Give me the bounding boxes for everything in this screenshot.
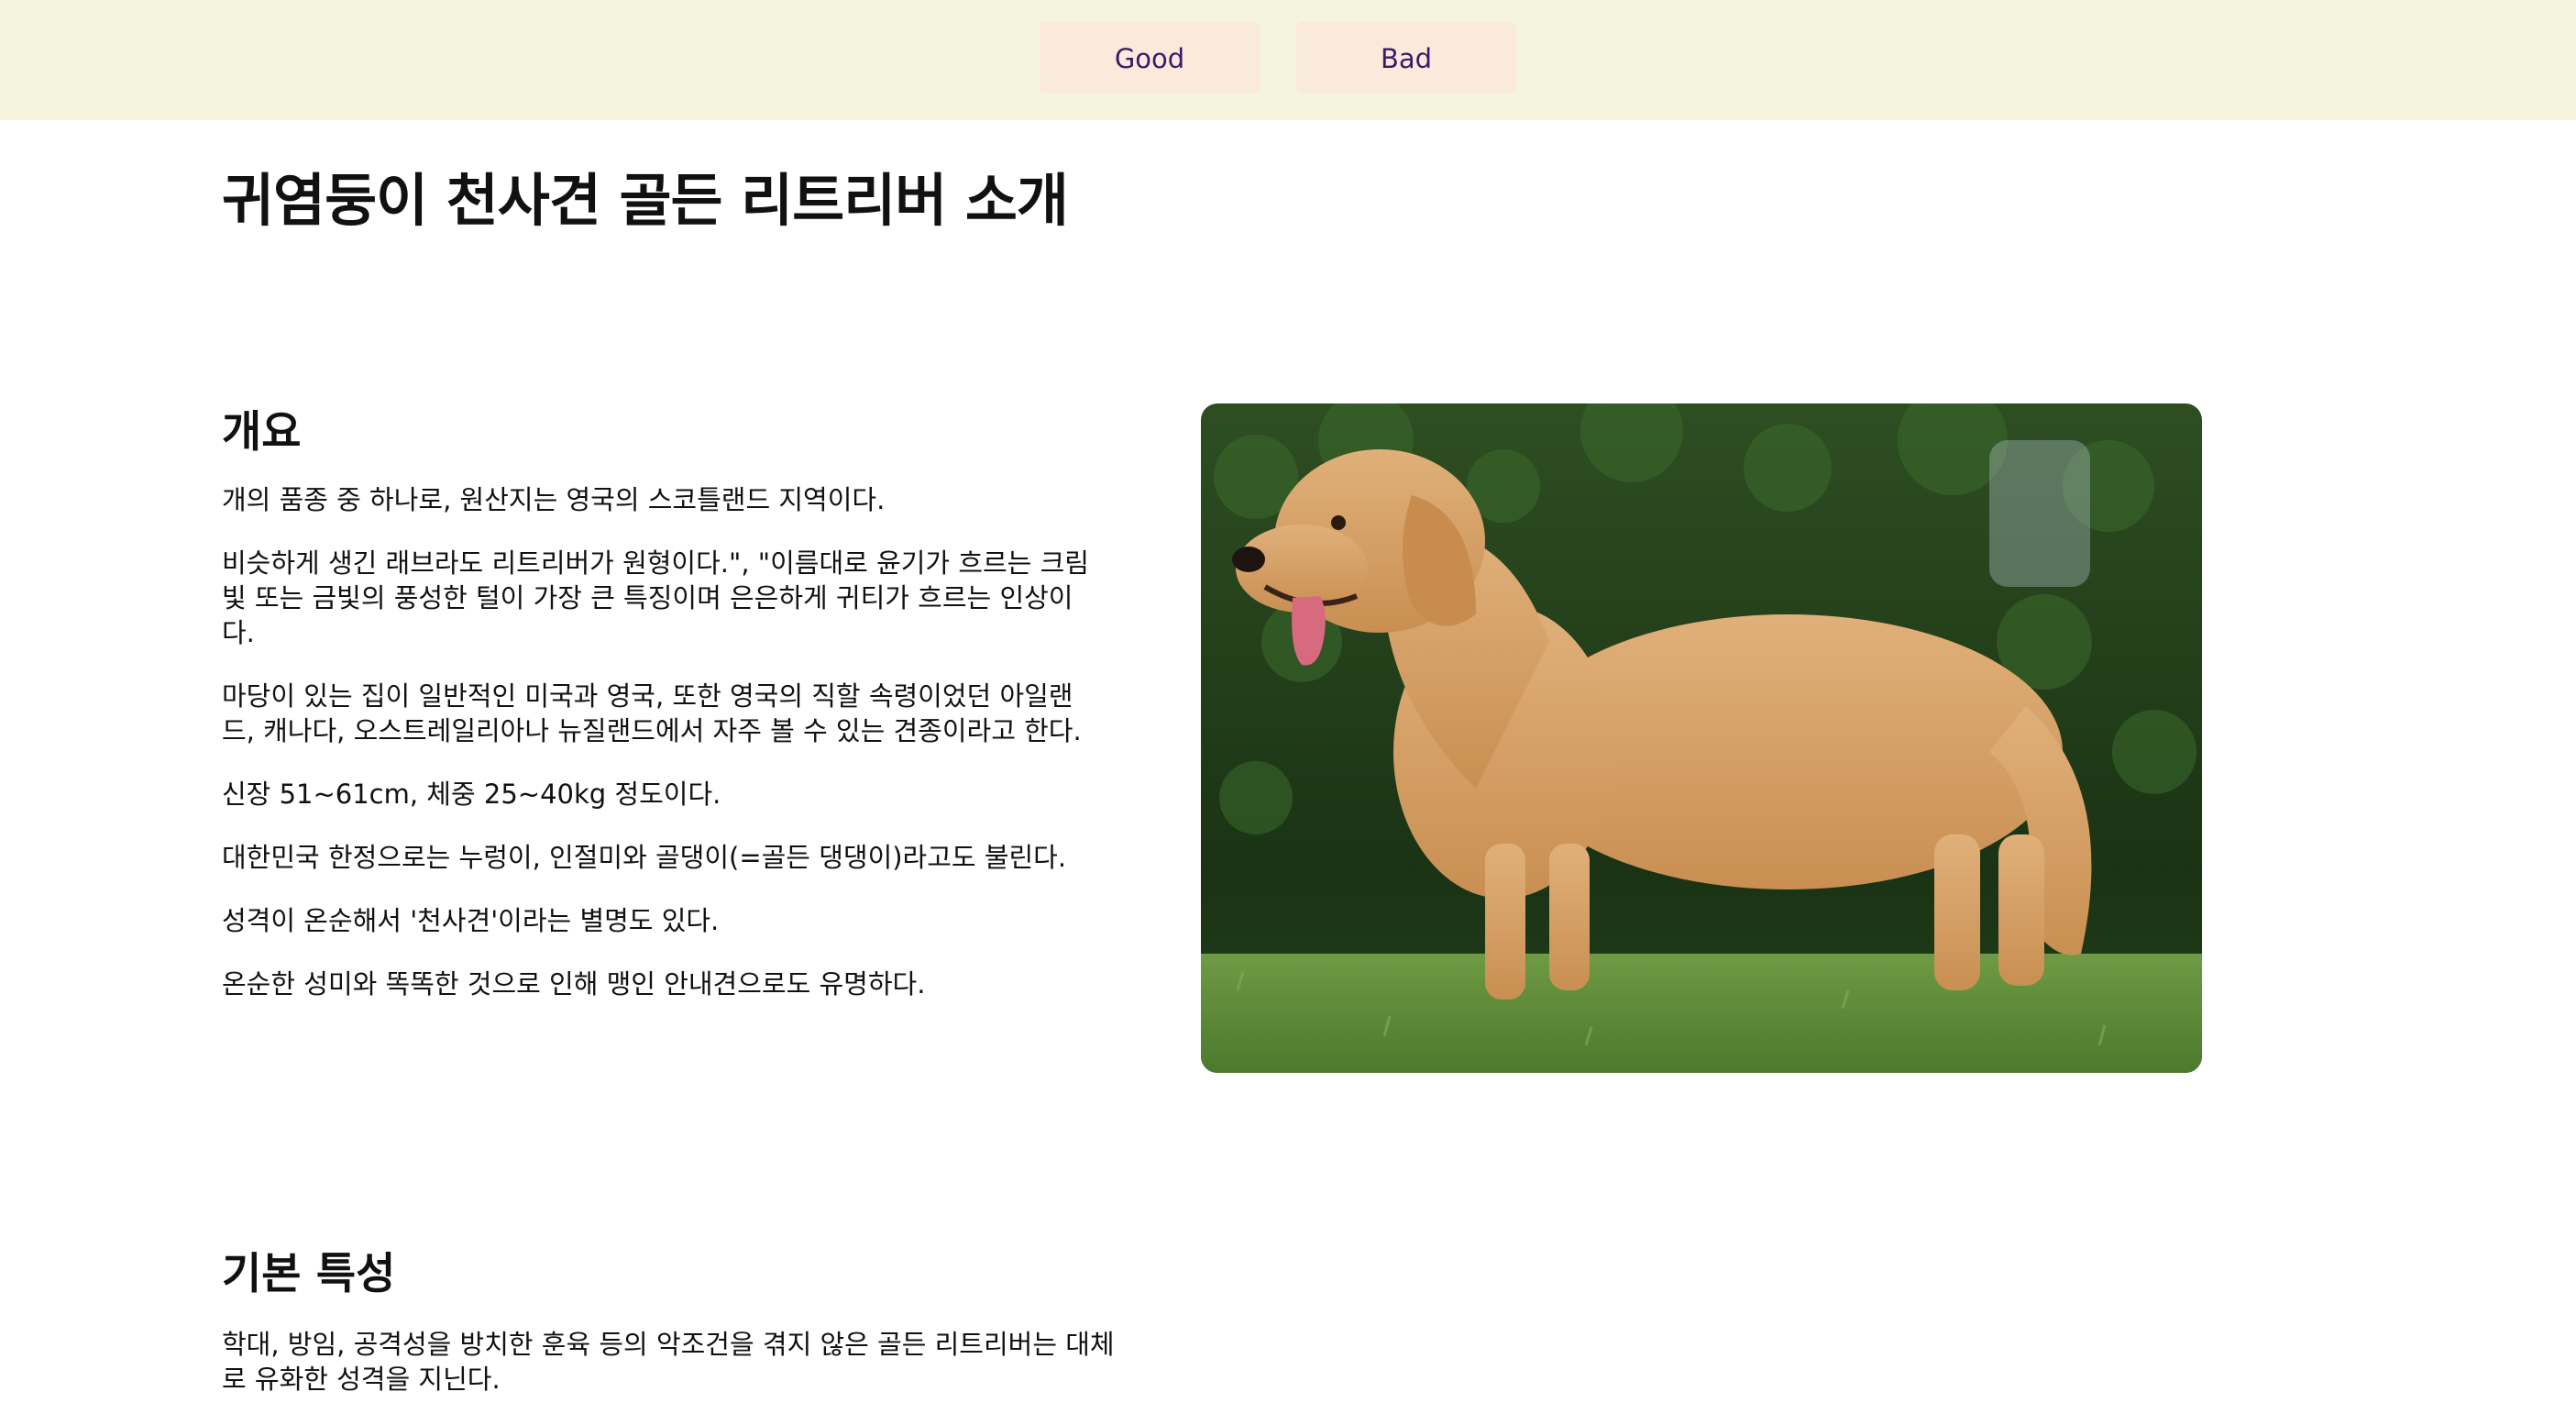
traits-paragraph: 학대, 방임, 공격성을 방치한 훈육 등의 악조건을 겪지 않은 골든 리트리… (222, 1329, 1115, 1395)
top-bar: Good Bad (0, 0, 2576, 120)
good-button[interactable]: Good (1040, 22, 1260, 94)
traits-section: 학대, 방임, 공격성을 방치한 훈육 등의 악조건을 겪지 않은 골든 리트리… (222, 1327, 1116, 1425)
page-title: 귀염둥이 천사견 골든 리트리버 소개 (222, 167, 1069, 234)
overview-paragraph: 비슷하게 생긴 래브라도 리트리버가 원형이다.", "이름대로 윤기가 흐르는… (222, 547, 1089, 648)
overview-paragraph: 온순한 성미와 똑똑한 것으로 인해 맹인 안내견으로도 유명하다. (222, 968, 926, 1000)
overview-paragraph: 마당이 있는 집이 일반적인 미국과 영국, 또한 영국의 직할 속령이었던 아… (222, 680, 1082, 746)
bad-button[interactable]: Bad (1296, 22, 1516, 94)
overview-paragraph: 성격이 온순해서 '천사견'이라는 별명도 있다. (222, 905, 720, 936)
overview-paragraph: 대한민국 한정으로는 누렁이, 인절미와 골댕이(=골든 댕댕이)라고도 불린다… (222, 842, 1067, 873)
overview-section: 개의 품종 중 하나로, 원산지는 영국의 스코틀랜드 지역이다. 비슷하게 생… (222, 482, 1102, 1030)
overview-heading: 개요 (222, 407, 302, 458)
traits-heading: 기본 특성 (222, 1249, 396, 1299)
golden-retriever-photo (1201, 403, 2202, 1073)
overview-paragraph: 신장 51~61cm, 체중 25~40kg 정도이다. (222, 779, 721, 810)
overview-paragraph: 개의 품종 중 하나로, 원산지는 영국의 스코틀랜드 지역이다. (222, 484, 886, 515)
